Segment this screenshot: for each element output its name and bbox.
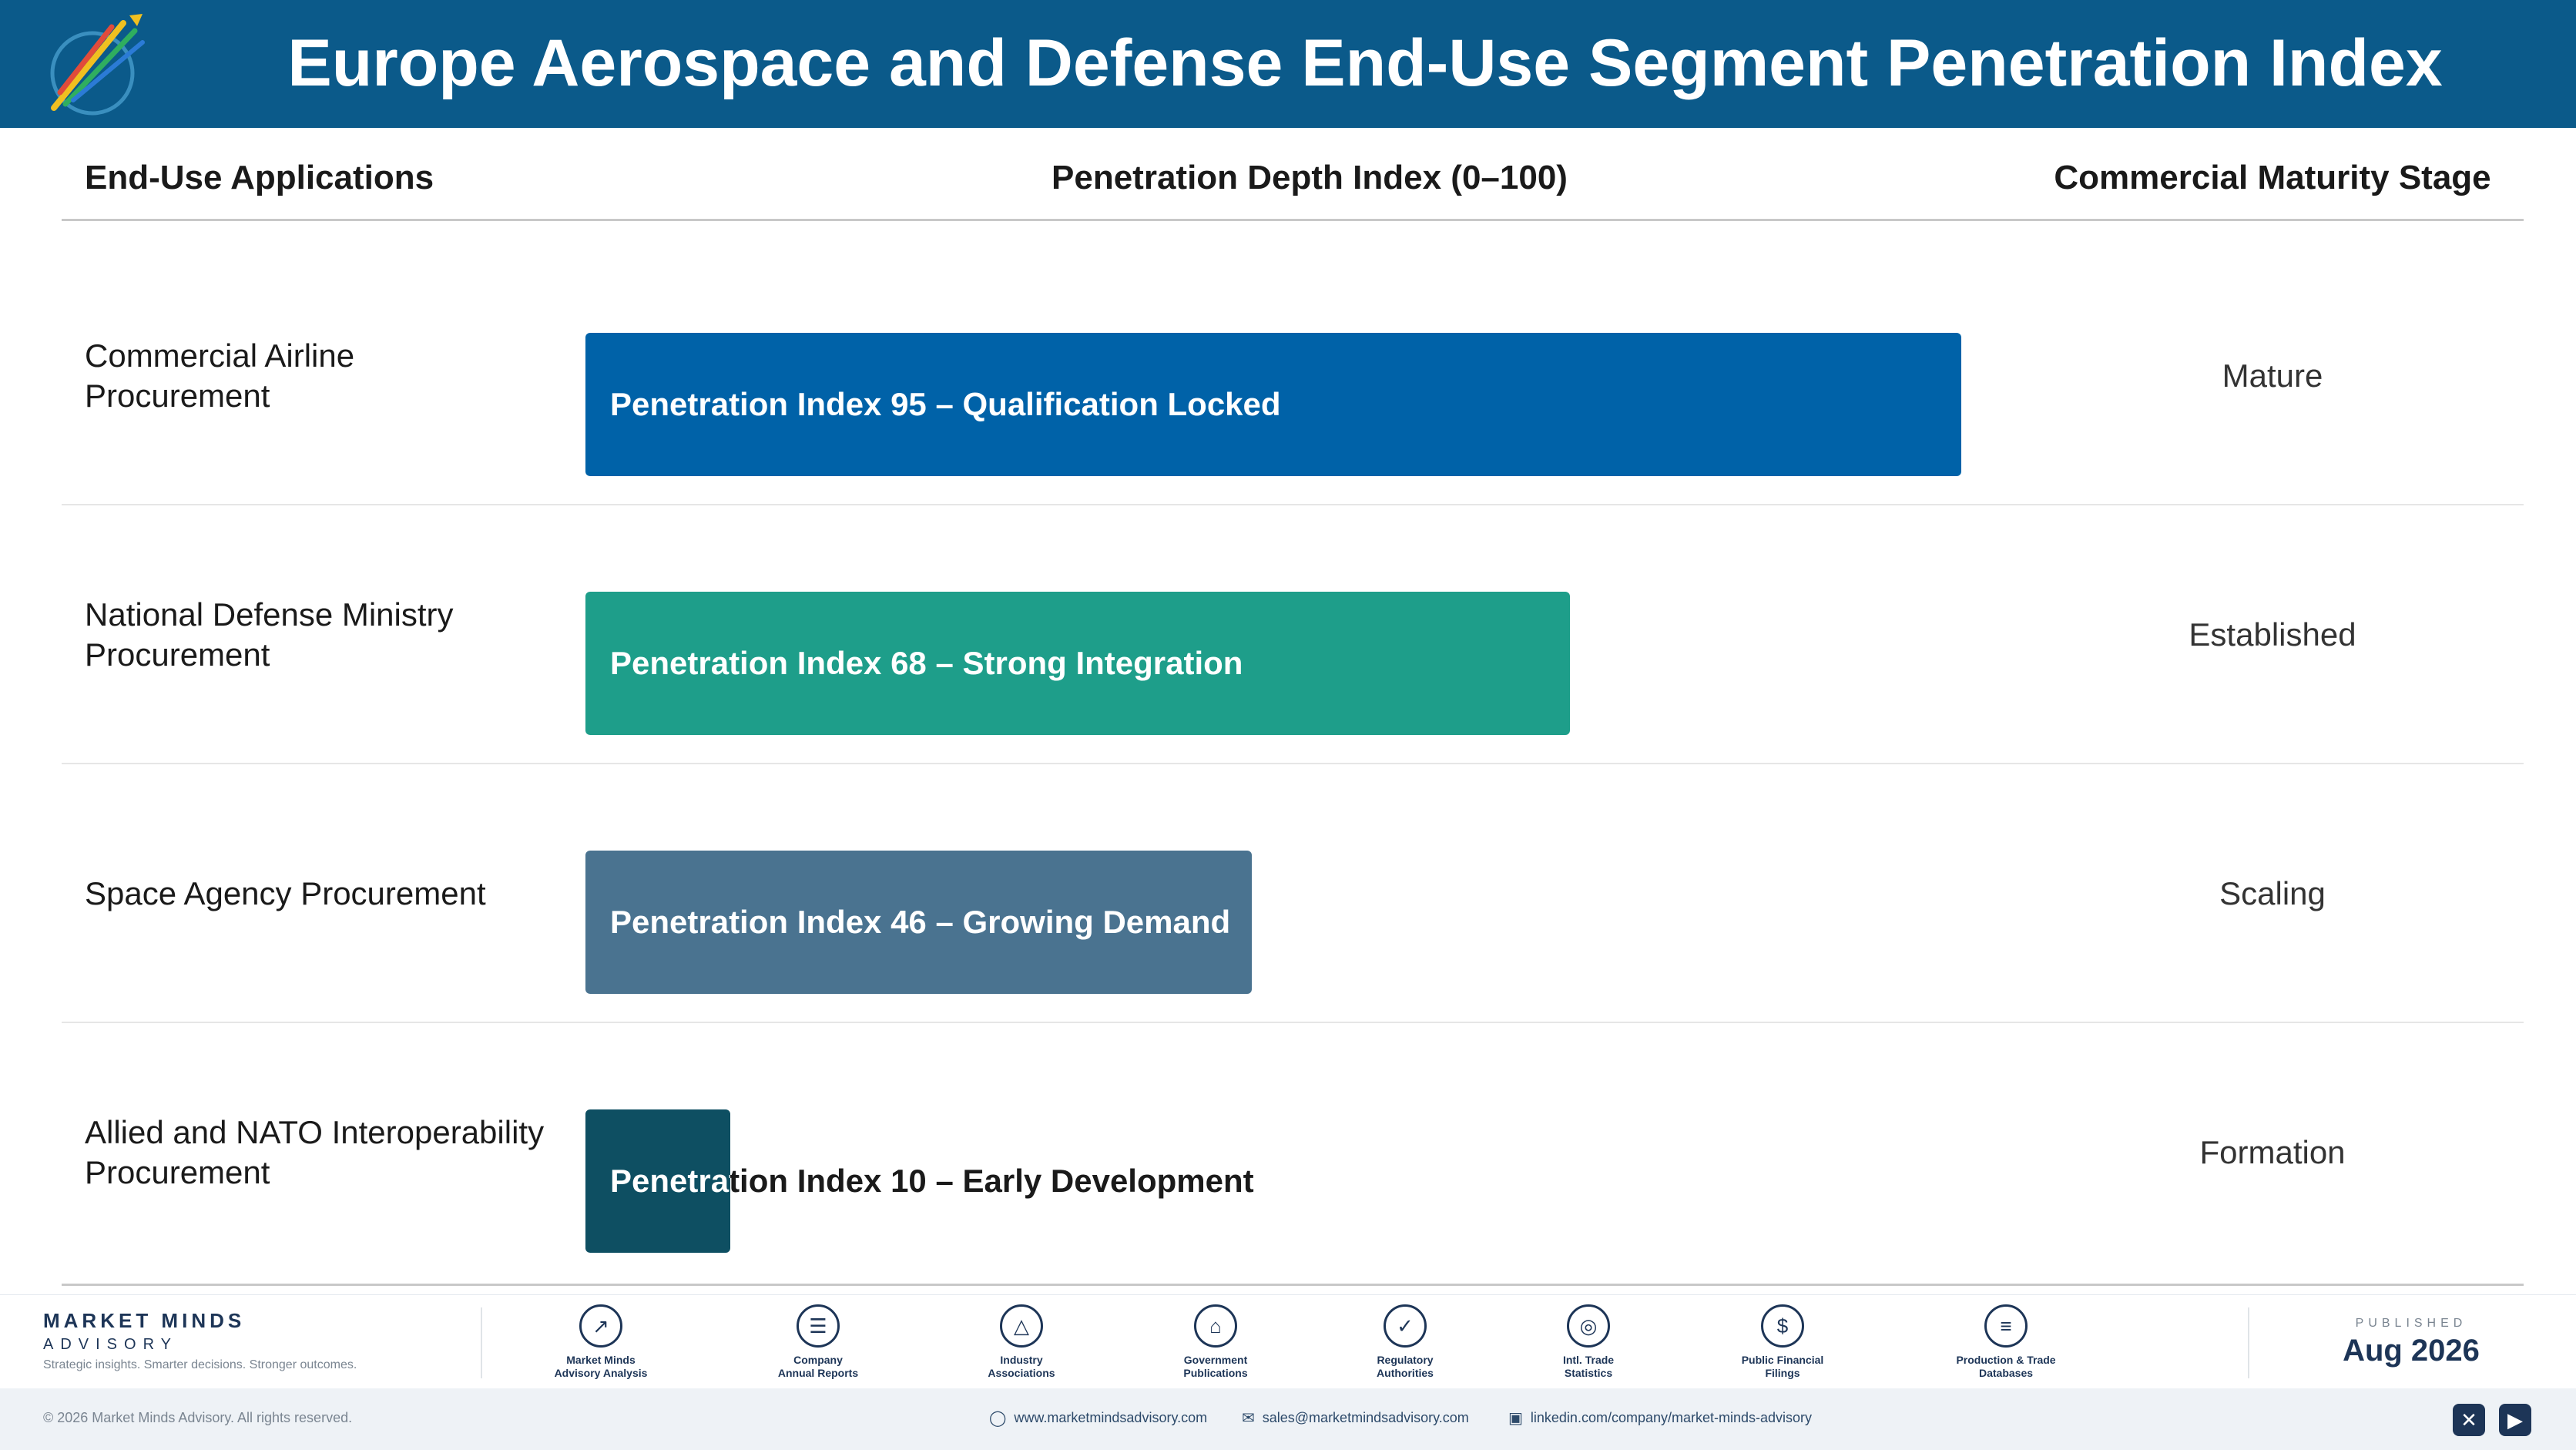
brand-tagline: Strategic insights. Smarter decisions. S… (43, 1358, 357, 1371)
published-date: Aug 2026 (2343, 1334, 2480, 1368)
shield-icon: ✓ (1384, 1304, 1427, 1348)
maturity-stage: Scaling (2219, 875, 2326, 911)
column-header-applications: End-Use Applications (85, 159, 434, 196)
published-label: PUBLISHED (2355, 1317, 2467, 1330)
maturity-stage: Mature (2222, 357, 2323, 394)
bar-label: Penetration Index 68 – Strong Integratio… (610, 645, 1243, 681)
youtube-social-button[interactable]: ▶ (2499, 1404, 2531, 1436)
source-label: Industry Associations (988, 1354, 1055, 1379)
email-text: sales@marketmindsadvisory.com (1262, 1410, 1469, 1425)
database-icon: ≡ (1984, 1304, 2028, 1348)
bar-track: Penetration Index 46 – Growing Demand (585, 764, 2034, 1023)
source-item: ☰ Company Annual Reports (749, 1304, 887, 1380)
source-item: ⌂ Government Publications (1146, 1304, 1285, 1380)
category-label: Allied and NATO Interoperability Procure… (85, 1114, 545, 1190)
footer-divider (481, 1307, 482, 1378)
page-title: Europe Aerospace and Defense End-Use Seg… (287, 26, 2443, 100)
copyright: © 2026 Market Minds Advisory. All rights… (43, 1410, 353, 1425)
mail-icon: ✉ (1242, 1410, 1255, 1427)
table-row: Space Agency Procurement Penetration Inde… (62, 764, 2524, 1023)
source-item: ✓ Regulatory Authorities (1336, 1304, 1474, 1380)
table-row: Allied and NATO Interoperability Procure… (62, 1023, 2524, 1282)
footer-bar: © 2026 Market Minds Advisory. All rights… (0, 1388, 2576, 1450)
globe-icon: ◎ (1567, 1304, 1610, 1348)
category-label: Commercial Airline Procurement (85, 337, 355, 414)
source-item: △ Industry Associations (952, 1304, 1091, 1380)
dollar-icon: $ (1761, 1304, 1804, 1348)
header-banner: Europe Aerospace and Defense End-Use Seg… (0, 0, 2576, 128)
source-item: ↗ Market Minds Advisory Analysis (532, 1304, 670, 1380)
category-label: National Defense Ministry Procurement (85, 596, 454, 673)
brand-name: MARKET MINDS (43, 1309, 246, 1332)
logo-icon (50, 14, 145, 116)
x-social-button[interactable]: ✕ (2453, 1404, 2485, 1436)
source-item: $ Public Financial Filings (1713, 1304, 1852, 1380)
category-label: Space Agency Procurement (85, 875, 486, 911)
table-row: Commercial Airline Procurement Penetratio… (62, 247, 2524, 505)
bar-label: Penetration Index 10 – Early Development (610, 1109, 1254, 1253)
table-bottom-divider (62, 1284, 2524, 1286)
maturity-stage: Established (2189, 616, 2356, 653)
source-item: ≡ Production & Trade Databases (1937, 1304, 2075, 1380)
website-text: www.marketmindsadvisory.com (1014, 1410, 1208, 1425)
brand-block: MARKET MINDS ADVISORY Strategic insights… (43, 1309, 357, 1372)
source-label: Company Annual Reports (777, 1354, 859, 1379)
published-block: PUBLISHED Aug 2026 (2280, 1317, 2542, 1368)
header-divider (62, 219, 2524, 221)
footer-divider (2248, 1307, 2249, 1378)
column-header-index: Penetration Depth Index (0–100) (1052, 159, 1568, 196)
source-item: ◎ Intl. Trade Statistics (1519, 1304, 1658, 1380)
report-icon: ☰ (797, 1304, 840, 1348)
source-label: Production & Trade Databases (1956, 1354, 2056, 1379)
source-label: Intl. Trade Statistics (1562, 1354, 1615, 1379)
globe-icon: ◯ (989, 1410, 1007, 1427)
source-label: Government Publications (1183, 1354, 1248, 1379)
linkedin-text: linkedin.com/company/market-minds-adviso… (1530, 1410, 1813, 1425)
bar-label: Penetration Index 46 – Growing Demand (610, 904, 1231, 940)
table-row: National Defense Ministry Procurement Pen… (62, 505, 2524, 764)
brand-sub: ADVISORY (43, 1336, 178, 1353)
government-icon: ⌂ (1194, 1304, 1237, 1348)
maturity-stage: Formation (2199, 1134, 2346, 1170)
email-link[interactable]: ✉ sales@marketmindsadvisory.com (1242, 1408, 1469, 1428)
bar-track: Penetration Index 10 – Early Development (585, 1023, 2034, 1282)
bar-label: Penetration Index 95 – Qualification Loc… (610, 386, 1281, 422)
bar-track: Penetration Index 95 – Qualification Loc… (585, 247, 2034, 505)
analysis-icon: ↗ (579, 1304, 622, 1348)
bar-track: Penetration Index 68 – Strong Integratio… (585, 505, 2034, 764)
source-label: Market Minds Advisory Analysis (554, 1354, 648, 1379)
column-header-stage: Commercial Maturity Stage (2054, 159, 2491, 196)
linkedin-icon: ▣ (1508, 1410, 1523, 1427)
footer: MARKET MINDS ADVISORY Strategic insights… (0, 1294, 2576, 1387)
network-icon: △ (1000, 1304, 1043, 1348)
source-label: Public Financial Filings (1741, 1354, 1824, 1379)
website-link[interactable]: ◯ www.marketmindsadvisory.com (989, 1408, 1207, 1428)
source-label: Regulatory Authorities (1377, 1354, 1434, 1379)
linkedin-link[interactable]: ▣ linkedin.com/company/market-minds-advi… (1508, 1408, 1812, 1428)
